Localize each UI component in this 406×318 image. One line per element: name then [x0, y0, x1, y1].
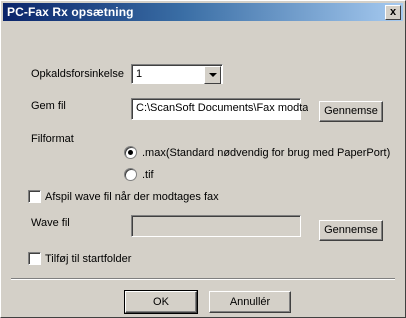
- save-file-label: Gem fil: [31, 100, 66, 112]
- file-format-label: Filformat: [31, 133, 74, 145]
- format-tif-radio[interactable]: [124, 168, 137, 181]
- wave-file-path-input[interactable]: [131, 215, 301, 237]
- play-wave-checkbox[interactable]: [28, 190, 41, 203]
- format-max-radio[interactable]: [124, 146, 137, 159]
- title-bar: PC-Fax Rx opsætning x: [3, 3, 403, 21]
- ok-button[interactable]: OK: [124, 290, 198, 314]
- dial-delay-label: Opkaldsforsinkelse: [31, 68, 124, 80]
- chevron-down-icon[interactable]: [204, 66, 221, 84]
- dial-delay-value: 1: [136, 68, 143, 80]
- close-button[interactable]: x: [385, 5, 401, 20]
- dial-delay-select[interactable]: 1: [131, 64, 223, 84]
- save-file-path-input[interactable]: C:\ScanSoft Documents\Fax modta: [131, 98, 308, 120]
- add-to-startup-label[interactable]: Tilføj til startfolder: [45, 253, 131, 265]
- format-tif-label[interactable]: .tif: [142, 169, 154, 181]
- save-file-path-value: C:\ScanSoft Documents\Fax modta: [136, 102, 309, 114]
- cancel-button[interactable]: Annullér: [209, 291, 291, 313]
- play-wave-label[interactable]: Afspil wave fil når der modtages fax: [45, 191, 219, 203]
- wave-file-label: Wave fil: [31, 217, 70, 229]
- close-icon: x: [389, 6, 397, 18]
- save-file-browse-button[interactable]: Gennemse: [319, 101, 383, 122]
- footer-divider: [11, 278, 395, 280]
- add-to-startup-checkbox[interactable]: [28, 252, 41, 265]
- dialog-window: PC-Fax Rx opsætning x Opkaldsforsinkelse…: [0, 0, 406, 318]
- format-max-label[interactable]: .max(Standard nødvendig for brug med Pap…: [142, 147, 390, 159]
- window-title: PC-Fax Rx opsætning: [7, 5, 134, 19]
- wave-file-browse-button[interactable]: Gennemse: [319, 220, 383, 241]
